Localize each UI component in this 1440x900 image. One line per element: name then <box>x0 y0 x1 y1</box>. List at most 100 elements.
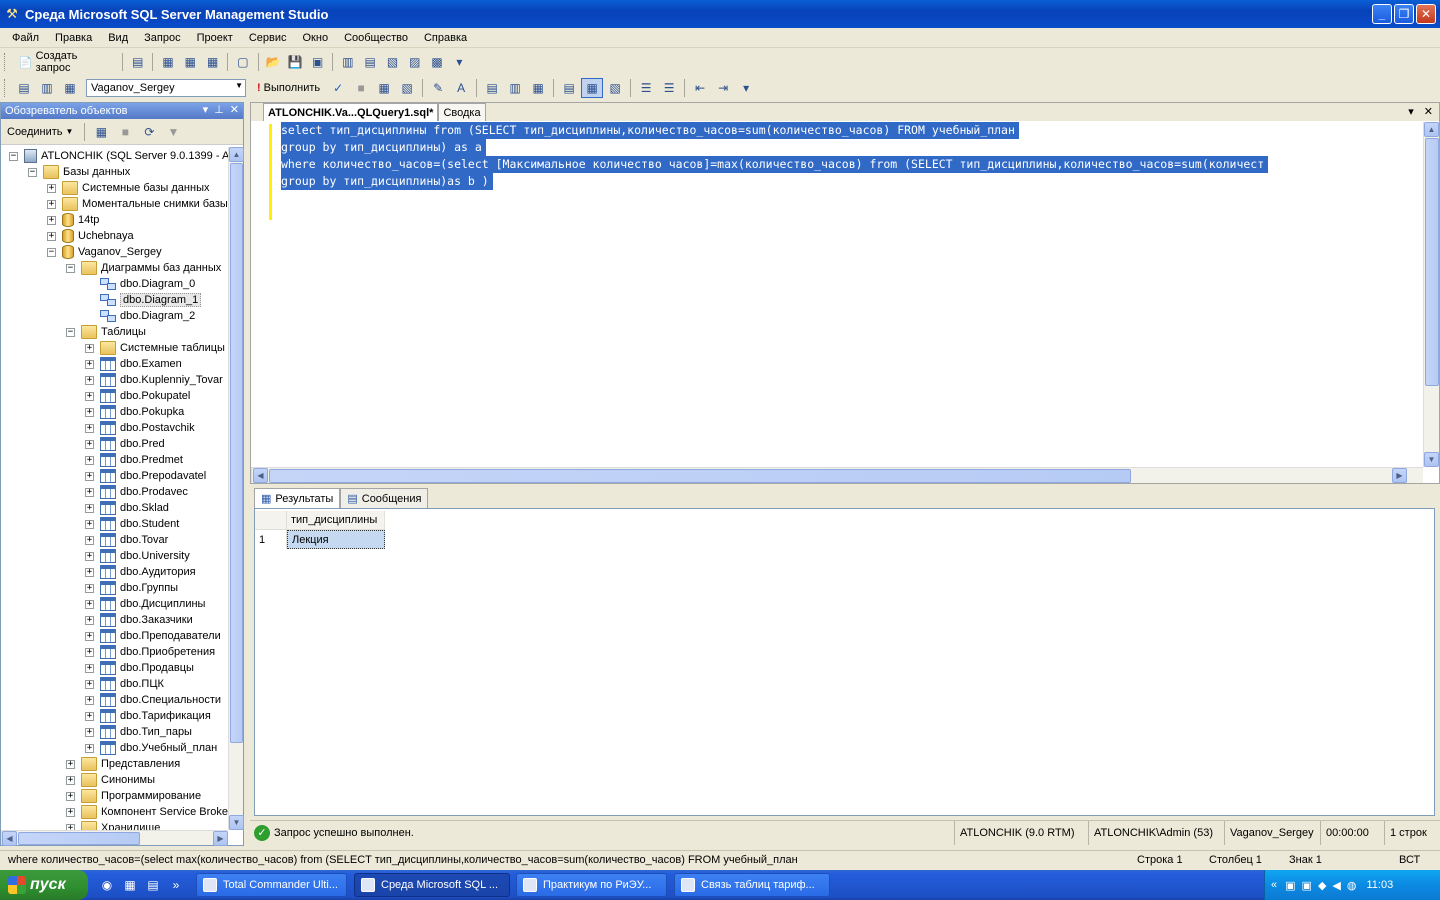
tree-node-diagram[interactable]: dbo.Diagram_1 <box>100 292 202 308</box>
object-explorer-icon[interactable]: ▤ <box>360 52 381 72</box>
scroll-right-icon[interactable]: ▶ <box>1392 468 1407 483</box>
tree-node-table[interactable]: + dbo.Examen <box>85 356 182 372</box>
tree-horizontal-scrollbar[interactable]: ◀ ▶ <box>1 830 228 846</box>
disconnect-icon[interactable]: ▥ <box>36 78 58 98</box>
save-icon[interactable]: 💾 <box>285 52 306 72</box>
query-options-icon[interactable]: ✎ <box>427 78 449 98</box>
menu-edit[interactable]: Правка <box>47 32 100 44</box>
tree-node-table[interactable]: + dbo.Pokupka <box>85 404 184 420</box>
expand-icon[interactable]: + <box>85 743 94 753</box>
expand-icon[interactable]: + <box>85 423 94 433</box>
dmx-query-icon[interactable]: ▦ <box>202 52 223 72</box>
expand-icon[interactable]: + <box>85 599 94 609</box>
query-designer-icon[interactable]: ▧ <box>396 78 418 98</box>
registered-servers-icon[interactable]: ▥ <box>337 52 358 72</box>
scroll-up-icon[interactable]: ▲ <box>1424 122 1439 137</box>
tree-node-diagram[interactable]: dbo.Diagram_2 <box>100 308 195 324</box>
close-button[interactable]: ✕ <box>1416 4 1436 24</box>
clock[interactable]: 11:03 <box>1366 879 1393 891</box>
pin-icon[interactable]: ⊥ <box>214 103 224 116</box>
collapse-icon[interactable]: − <box>9 151 18 161</box>
tree-node-db-14tp[interactable]: +14tp <box>47 212 99 228</box>
scroll-down-icon[interactable]: ▼ <box>229 815 244 830</box>
database-engine-query-icon[interactable]: ▦ <box>157 52 178 72</box>
tree-node-programming[interactable]: + Программирование <box>66 788 201 804</box>
tree-node-synonyms[interactable]: + Синонимы <box>66 772 155 788</box>
expand-icon[interactable]: + <box>85 375 94 385</box>
tree-node-table[interactable]: + dbo.Pred <box>85 436 165 452</box>
expand-icon[interactable]: + <box>85 487 94 497</box>
quicklaunch-more-icon[interactable]: » <box>168 877 184 893</box>
scroll-thumb[interactable] <box>230 163 243 743</box>
include-plan-icon[interactable]: ▤ <box>481 78 503 98</box>
collapse-icon[interactable]: − <box>66 263 75 273</box>
scroll-thumb[interactable] <box>269 469 1131 483</box>
tree-node-server[interactable]: − ATLONCHIK (SQL Server 9.0.1399 - A <box>9 148 228 164</box>
expand-icon[interactable]: + <box>85 695 94 705</box>
expand-icon[interactable]: + <box>85 455 94 465</box>
sql-code-area[interactable]: select тип_дисциплины from (SELECT тип_д… <box>269 122 1421 467</box>
tree-node-table[interactable]: + dbo.Группы <box>85 580 178 596</box>
menu-window[interactable]: Окно <box>295 32 337 44</box>
taskbar-item[interactable]: Total Commander Ulti... <box>196 873 347 897</box>
taskbar-item[interactable]: Практикум по РиЭУ... <box>516 873 667 897</box>
execute-button[interactable]: ! Выполнить <box>251 78 326 98</box>
collapse-icon[interactable]: − <box>66 327 75 337</box>
tree-node-diagrams[interactable]: − Диаграммы баз данных <box>66 260 221 276</box>
menu-view[interactable]: Вид <box>100 32 136 44</box>
analysis-query-icon[interactable]: ▦ <box>180 52 201 72</box>
restore-button[interactable]: ❐ <box>1394 4 1414 24</box>
tree-node-views[interactable]: + Представления <box>66 756 180 772</box>
expand-icon[interactable]: + <box>66 759 75 769</box>
new-query-button[interactable]: 📄 Создать запрос <box>13 50 118 74</box>
minimize-button[interactable]: _ <box>1372 4 1392 24</box>
solution-explorer-icon[interactable]: ▨ <box>404 52 425 72</box>
expand-icon[interactable]: + <box>85 567 94 577</box>
expand-icon[interactable]: + <box>85 551 94 561</box>
expand-icon[interactable]: + <box>85 615 94 625</box>
new-project-icon[interactable]: ▢ <box>232 52 253 72</box>
tab-query1[interactable]: ATLONCHIK.Va...QLQuery1.sql* <box>263 103 439 121</box>
security-icon[interactable]: ◍ <box>1347 879 1357 892</box>
menu-community[interactable]: Сообщество <box>336 32 416 44</box>
parse-check-icon[interactable]: ✓ <box>327 78 349 98</box>
tree-node-table[interactable]: + dbo.ПЦК <box>85 676 164 692</box>
tree-node-diagram[interactable]: dbo.Diagram_0 <box>100 276 195 292</box>
taskbar-item-active[interactable]: Среда Microsoft SQL ... <box>354 873 510 897</box>
expand-icon[interactable]: + <box>85 663 94 673</box>
tree-node-table[interactable]: + dbo.Тип_пары <box>85 724 192 740</box>
collapse-icon[interactable]: − <box>28 167 37 177</box>
expand-icon[interactable]: + <box>85 631 94 641</box>
save-all-icon[interactable]: ▣ <box>307 52 328 72</box>
client-statistics-icon[interactable]: ▥ <box>504 78 526 98</box>
start-button[interactable]: пуск <box>0 870 88 900</box>
tree-node-table[interactable]: + dbo.Приобретения <box>85 644 215 660</box>
results-to-text-icon[interactable]: ▦ <box>527 78 549 98</box>
quicklaunch-icon[interactable]: ◉ <box>99 877 115 893</box>
tree-node-system-tables[interactable]: + Системные таблицы <box>85 340 225 356</box>
results-to-file-icon[interactable]: ▧ <box>604 78 626 98</box>
grid-cell[interactable]: Лекция <box>287 530 385 549</box>
menu-tools[interactable]: Сервис <box>241 32 295 44</box>
dropdown-icon[interactable]: ▾ <box>203 103 209 116</box>
expand-icon[interactable]: + <box>66 775 75 785</box>
connect-dropdown-button[interactable]: Соединить ▼ <box>5 122 79 142</box>
display-estimated-plan-icon[interactable]: ▦ <box>373 78 395 98</box>
tree-node-snapshots[interactable]: + Моментальные снимки базы <box>47 196 228 212</box>
filter-icon[interactable]: ▼ <box>162 122 184 142</box>
tree-node-table[interactable]: + dbo.Pokupatel <box>85 388 190 404</box>
tree-vertical-scrollbar[interactable]: ▲ ▼ <box>228 147 244 830</box>
tree-node-db-uchebnaya[interactable]: + Uchebnaya <box>47 228 134 244</box>
new-file-icon[interactable]: ▤ <box>127 52 148 72</box>
column-header[interactable]: тип_дисциплины <box>287 511 385 530</box>
results-to-grid-icon[interactable]: ▦ <box>581 78 604 98</box>
collapse-icon[interactable]: − <box>47 247 56 257</box>
comment-out-icon[interactable]: ☰ <box>635 78 657 98</box>
tree-node-tables[interactable]: − Таблицы <box>66 324 146 340</box>
volume-icon[interactable]: ◀ <box>1332 879 1340 892</box>
template-explorer-icon[interactable]: ▧ <box>382 52 403 72</box>
editor-vertical-scrollbar[interactable]: ▲ ▼ <box>1423 122 1439 467</box>
menu-query[interactable]: Запрос <box>136 32 188 44</box>
expand-icon[interactable]: + <box>85 583 94 593</box>
change-connection-icon[interactable]: ▦ <box>59 78 81 98</box>
